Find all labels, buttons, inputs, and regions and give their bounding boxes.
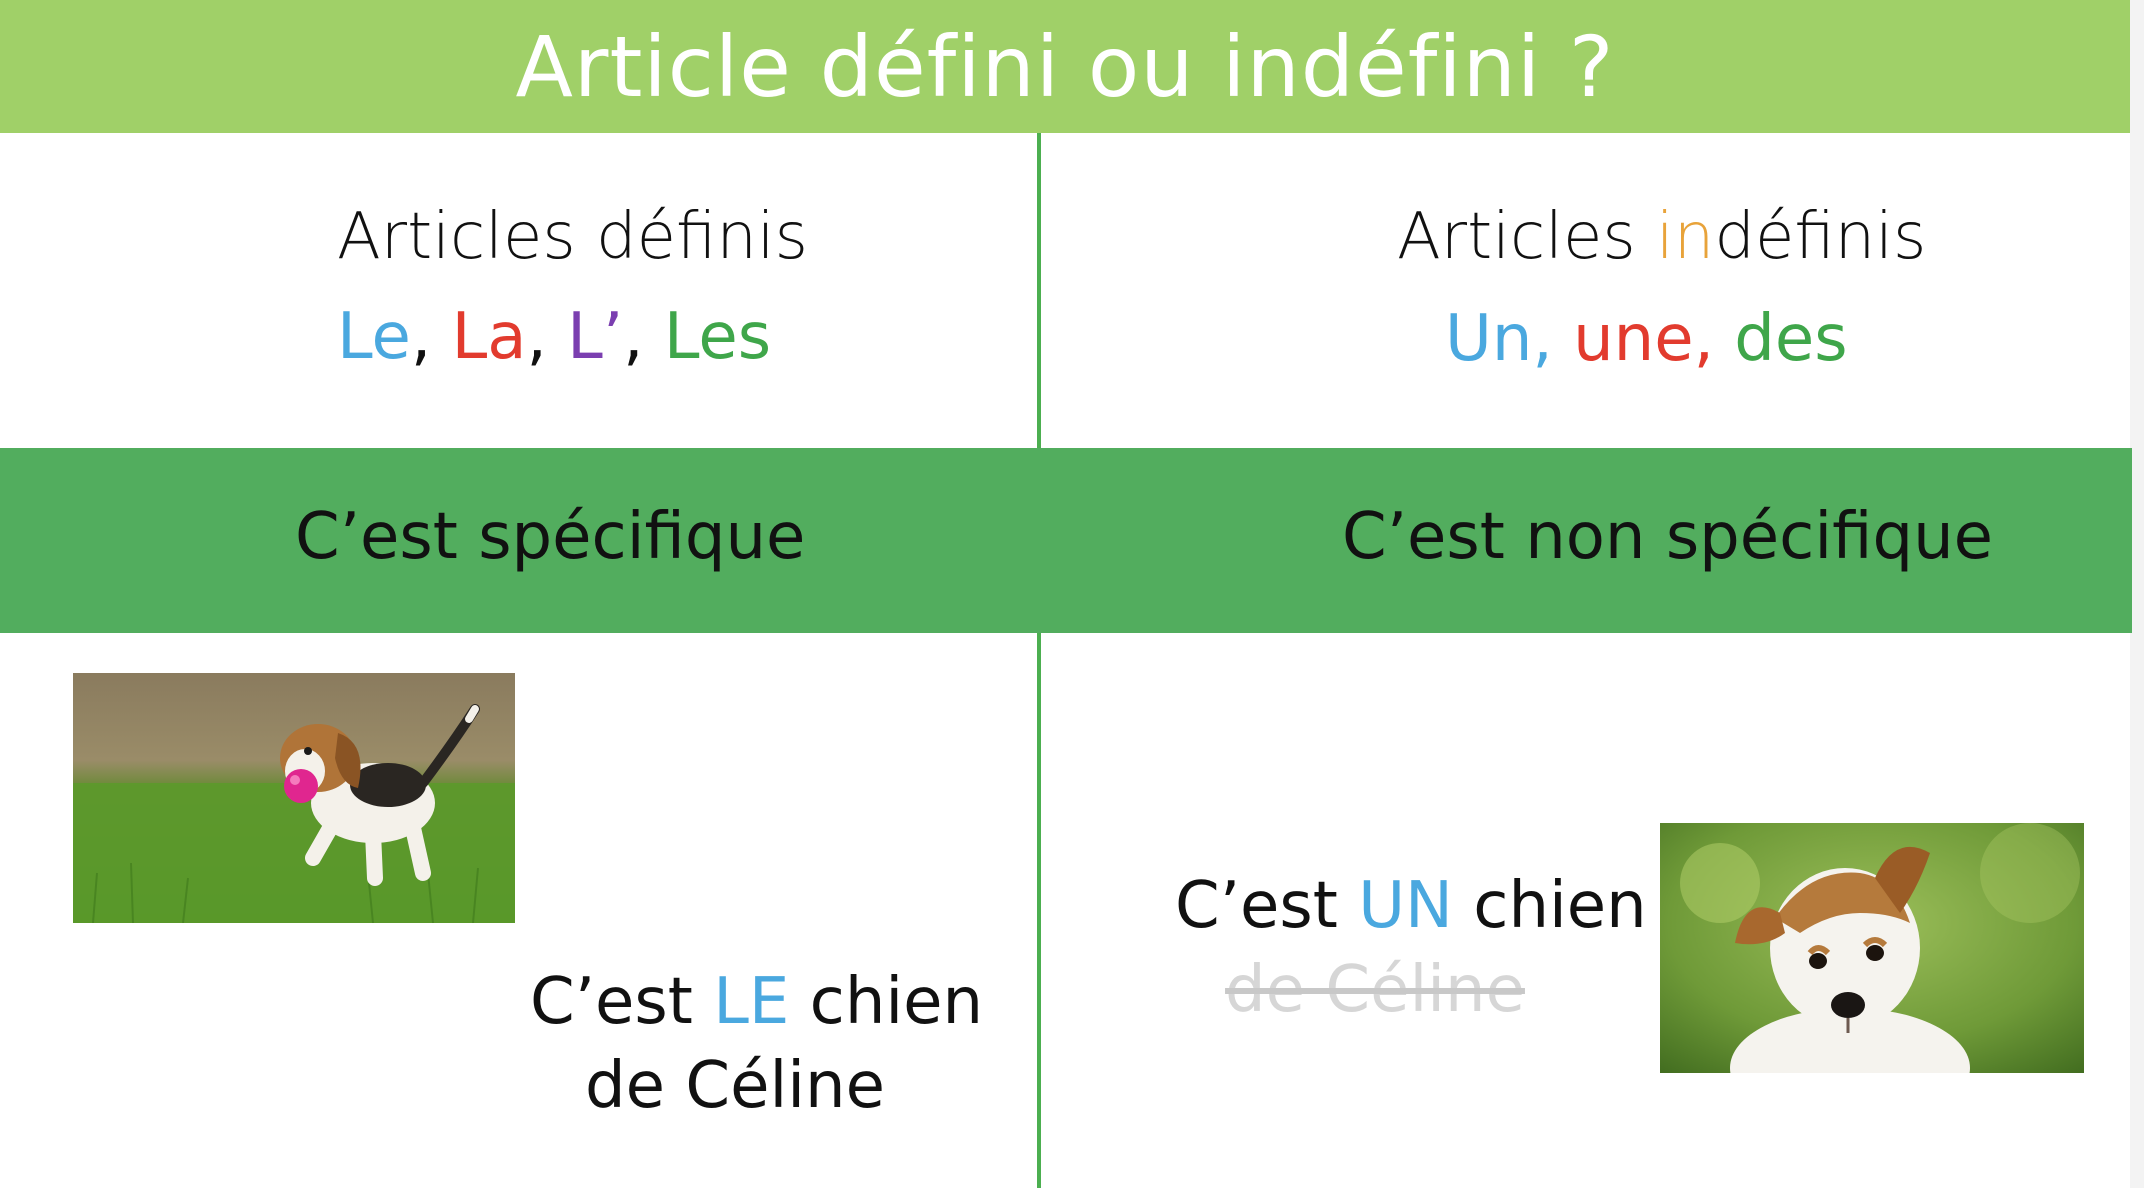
terrier-dog-icon (1660, 823, 2084, 1073)
terrier-dog-photo (1660, 823, 2084, 1073)
sentence-text: chien (789, 965, 984, 1039)
beagle-puppy-icon (73, 673, 515, 923)
separator: , (526, 300, 568, 374)
article-une: une, (1573, 302, 1735, 376)
divider-bottom (1037, 633, 1041, 1188)
sentence-text: chien (1452, 869, 1647, 943)
sentence-text: C’est (1175, 869, 1359, 943)
band-label-non-specific: C’est non spécifique (1342, 500, 1993, 574)
sentence-definite-line2: de Céline (585, 1049, 885, 1123)
slide-title: Article défini ou indéfini ? (515, 17, 1615, 116)
heading-definite: Articles définis (337, 200, 808, 274)
article-les: Les (663, 300, 772, 374)
sentence-indefinite-struck: de Céline (1225, 953, 1525, 1027)
article-l: L’ (567, 300, 624, 374)
heading-indefinite: Articles indéfinis (1397, 200, 1926, 274)
heading-indefinite-pre: Articles (1397, 200, 1656, 274)
sentence-article: LE (713, 965, 790, 1039)
article-des: des (1734, 302, 1848, 376)
separator: , (410, 300, 452, 374)
article-la: La (451, 300, 527, 374)
definite-articles-list: Le, La, L’, Les (337, 300, 771, 374)
title-bar: Article défini ou indéfini ? (0, 0, 2130, 133)
sentence-definite: C’est LE chien de Céline (530, 960, 983, 1128)
window-edge (2130, 0, 2144, 1188)
heading-indefinite-highlight: in (1656, 200, 1715, 274)
heading-indefinite-post: définis (1714, 200, 1927, 274)
divider-top (1037, 133, 1041, 448)
sentence-indefinite: C’est UN chien de Céline (1175, 864, 1647, 1032)
sentence-definite-line1: C’est LE chien (530, 960, 983, 1044)
article-le: Le (337, 300, 411, 374)
sentence-article: UN (1358, 869, 1453, 943)
article-un: Un, (1445, 302, 1574, 376)
sentence-text: C’est (530, 965, 714, 1039)
band-label-specific: C’est spécifique (295, 500, 806, 574)
sentence-indefinite-line1: C’est UN chien (1175, 864, 1647, 948)
beagle-puppy-photo (73, 673, 515, 923)
slide: Article défini ou indéfini ? Articles dé… (0, 0, 2144, 1188)
indefinite-articles-list: Un, une, des (1445, 302, 1848, 376)
separator: , (623, 300, 664, 374)
